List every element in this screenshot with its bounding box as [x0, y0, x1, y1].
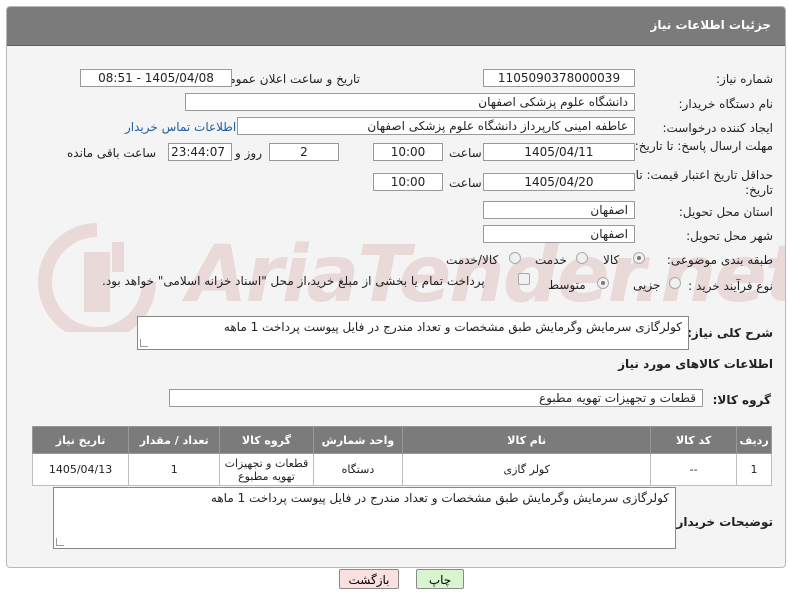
- price-time-field: 10:00: [373, 173, 443, 191]
- print-button[interactable]: چاپ: [416, 569, 464, 589]
- goods-group-field: قطعات و تجهیزات تهویه مطبوع: [169, 389, 703, 407]
- price-date-field: 1405/04/20: [483, 173, 635, 191]
- category-goods-label: کالا: [603, 253, 620, 267]
- cell-group: قطعات و تجهیزات تهویه مطبوع: [219, 453, 314, 486]
- cell-qty: 1: [128, 453, 221, 486]
- category-service-radio[interactable]: [576, 252, 588, 264]
- buyer-org-field: دانشگاه علوم پزشکی اصفهان: [185, 93, 635, 111]
- panel-title: جزئیات اطلاعات نیاز: [650, 18, 771, 32]
- table-header-row: ردیف کد کالا نام کالا واحد شمارش گروه کا…: [31, 426, 772, 454]
- need-number-label: شماره نیاز:: [716, 72, 773, 86]
- announce-datetime-field: 1405/04/08 - 08:51: [80, 69, 232, 87]
- buyer-notes-textarea[interactable]: کولرگازی سرمایش وگرمایش طبق مشخصات و تعد…: [53, 487, 676, 549]
- reply-time-field: 10:00: [373, 143, 443, 161]
- cell-date: 1405/04/13: [31, 453, 130, 486]
- remaining-label: ساعت باقی مانده: [67, 146, 157, 160]
- category-label: طبقه بندی موضوعی:: [666, 253, 773, 267]
- buyer-org-label: نام دستگاه خریدار:: [678, 97, 774, 111]
- goods-table: ردیف کد کالا نام کالا واحد شمارش گروه کا…: [31, 426, 772, 486]
- buyer-contact-link[interactable]: اطلاعات تماس خریدار: [125, 120, 236, 134]
- category-goods-service-label: کالا/خدمت: [446, 253, 499, 267]
- province-field: اصفهان: [483, 201, 635, 219]
- resize-handle-icon[interactable]: [140, 339, 148, 347]
- col-qty-header: تعداد / مقدار: [128, 426, 221, 454]
- general-desc-label: شرح کلی نیاز:: [687, 326, 773, 340]
- price-validity-label: حداقل تاریخ اعتبار قیمت: تا تاریخ:: [635, 168, 773, 197]
- goods-info-heading: اطلاعات کالاهای مورد نیاز: [618, 357, 773, 371]
- col-row-header: ردیف: [736, 426, 772, 454]
- reply-deadline-label: مهلت ارسال پاسخ: تا تاریخ:: [634, 139, 773, 153]
- cell-name: کولر گازی: [402, 453, 652, 486]
- treasury-payment-note: پرداخت تمام یا بخشی از مبلغ خرید،از محل …: [102, 274, 485, 288]
- reply-time-label: ساعت: [449, 146, 482, 160]
- col-name-header: نام کالا: [402, 426, 652, 454]
- category-goods-service-radio[interactable]: [509, 252, 521, 264]
- requester-field: عاطفه امینی کارپرداز دانشگاه علوم پزشکی …: [237, 117, 635, 135]
- process-type-label: نوع فرآیند خرید :: [688, 279, 773, 293]
- buyer-notes-text: کولرگازی سرمایش وگرمایش طبق مشخصات و تعد…: [210, 491, 669, 505]
- announce-datetime-label: تاریخ و ساعت اعلان عمومی:: [215, 72, 360, 86]
- process-partial-radio[interactable]: [669, 277, 681, 289]
- col-unit-header: واحد شمارش: [312, 426, 404, 454]
- general-desc-text: کولرگازی سرمایش وگرمایش طبق مشخصات و تعد…: [223, 320, 682, 334]
- price-time-label: ساعت: [449, 176, 482, 190]
- category-goods-radio[interactable]: [633, 252, 645, 264]
- process-medium-label: متوسط: [548, 278, 586, 292]
- province-label: استان محل تحویل:: [678, 205, 773, 219]
- resize-handle-icon[interactable]: [56, 538, 64, 546]
- process-medium-radio[interactable]: [597, 277, 609, 289]
- treasury-payment-checkbox[interactable]: [518, 273, 530, 285]
- reply-date-field: 1405/04/11: [483, 143, 635, 161]
- panel-header: جزئیات اطلاعات نیاز: [7, 7, 785, 46]
- requester-label: ایجاد کننده درخواست:: [662, 121, 773, 135]
- day-and-label: روز و: [235, 146, 262, 160]
- back-button[interactable]: بازگشت: [339, 569, 399, 589]
- days-remaining-field: 2: [269, 143, 339, 161]
- cell-unit: دستگاه: [312, 453, 404, 486]
- goods-group-label: گروه کالا:: [712, 393, 771, 407]
- remaining-time-field: 23:44:07: [168, 143, 232, 161]
- col-code-header: کد کالا: [650, 426, 738, 454]
- city-field: اصفهان: [483, 225, 635, 243]
- buyer-notes-label: توضیحات خریدار:: [671, 515, 773, 529]
- process-partial-label: جزیی: [633, 278, 661, 292]
- col-group-header: گروه کالا: [219, 426, 314, 454]
- category-service-label: خدمت: [535, 253, 567, 267]
- need-number-field: 1105090378000039: [483, 69, 635, 87]
- table-row: 1 -- کولر گازی دستگاه قطعات و تجهیزات ته…: [31, 453, 772, 486]
- cell-code: --: [650, 453, 738, 486]
- col-date-header: تاریخ نیاز: [31, 426, 130, 454]
- cell-row: 1: [736, 453, 772, 486]
- city-label: شهر محل تحویل:: [686, 229, 773, 243]
- general-desc-textarea[interactable]: کولرگازی سرمایش وگرمایش طبق مشخصات و تعد…: [137, 316, 689, 350]
